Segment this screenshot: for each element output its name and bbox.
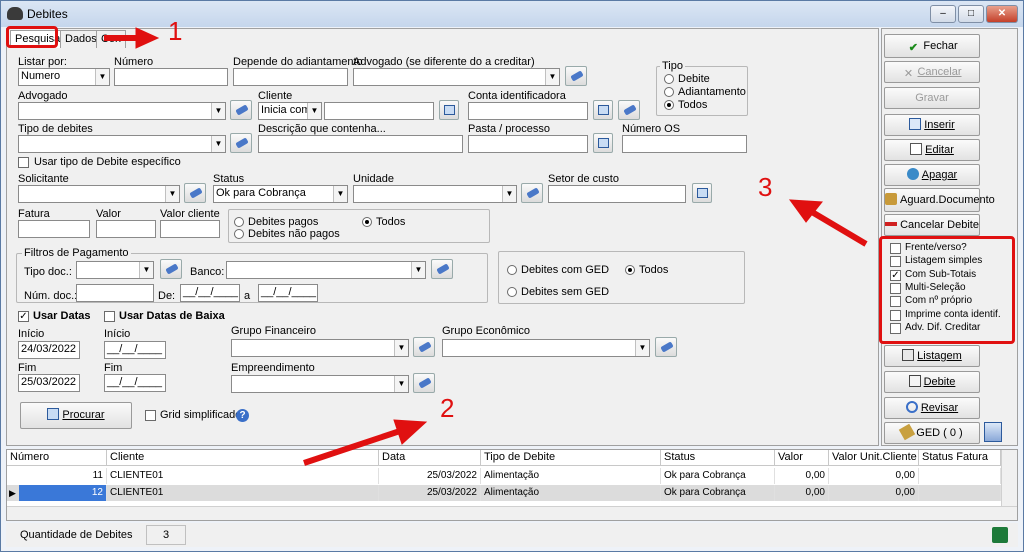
- arrow-1-head: [135, 27, 160, 49]
- arrow-3-head: [788, 199, 823, 223]
- annotation-arrows: [104, 27, 868, 466]
- arrow-3-shaft: [810, 209, 868, 247]
- arrow-2-shaft: [303, 428, 401, 466]
- arrow-2-head: [393, 419, 428, 445]
